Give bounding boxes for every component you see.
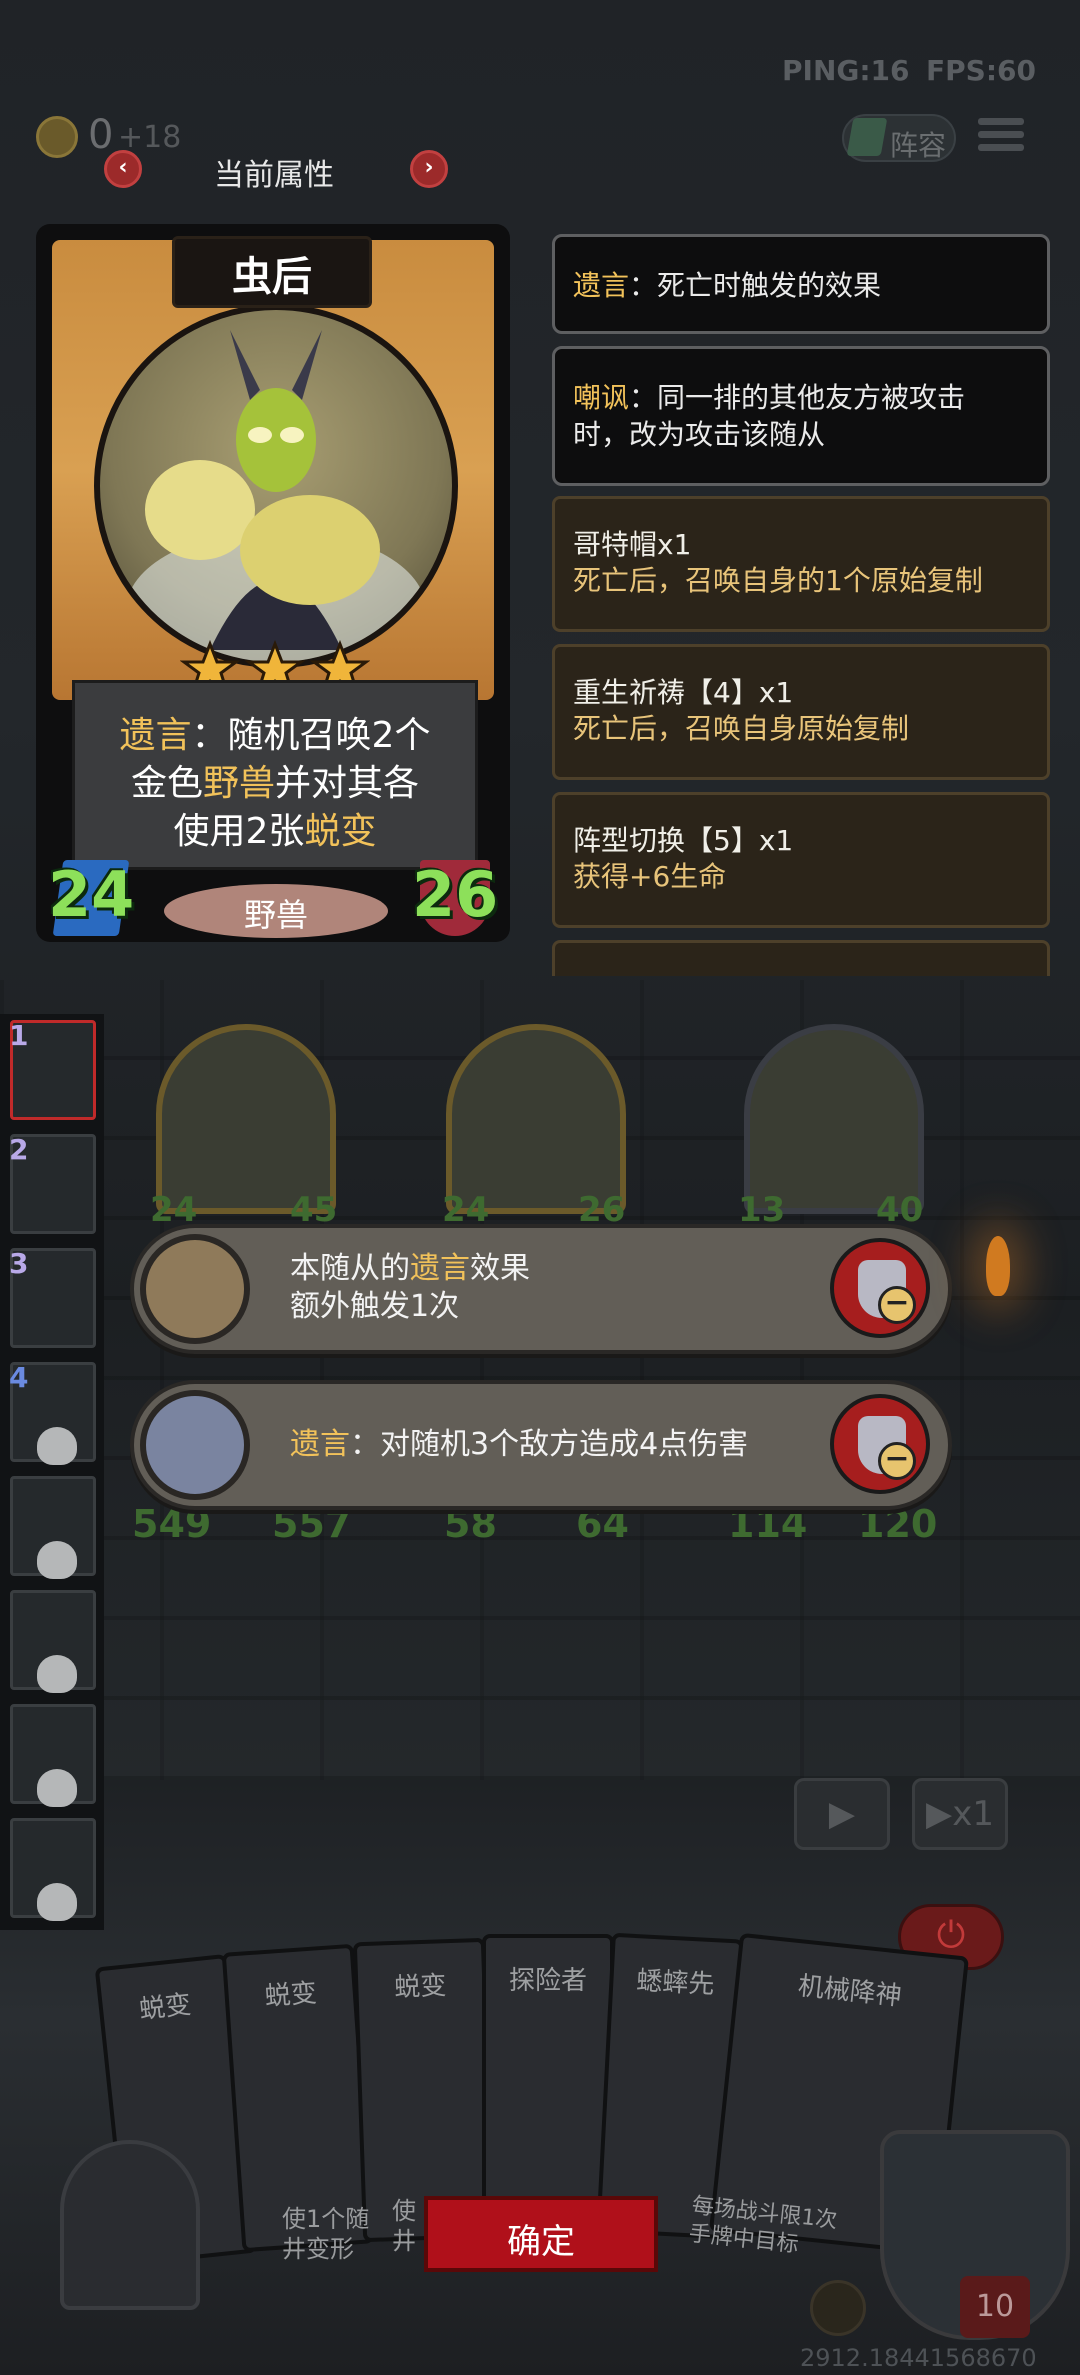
session-id: 2912.18441568670: [800, 2344, 1037, 2372]
hand-card-1-snippet: 使1个随 井变形: [282, 2205, 370, 2263]
fps-readout: FPS:60: [926, 54, 1036, 87]
sidebar-slot-5[interactable]: [10, 1476, 96, 1579]
hand-card-4[interactable]: 探险者: [482, 1934, 614, 2234]
minus-icon: −: [878, 1286, 916, 1324]
upgrade-icon[interactable]: [810, 2280, 866, 2336]
effect-rebirth-prayer: 重生祈祷【4】x1 死亡后，召唤自身原始复制: [552, 644, 1050, 780]
gold-value: 0: [88, 112, 114, 158]
sidebar-slot-3[interactable]: 3: [9, 1247, 96, 1348]
effect-formation-switch: 阵型切换【5】x1 获得+6生命: [552, 792, 1050, 928]
tavern-portrait: [60, 2140, 200, 2310]
skull-icon: [37, 1883, 77, 1921]
sidebar-slot-8[interactable]: [10, 1818, 96, 1921]
sidebar-slot-1[interactable]: 1: [9, 1019, 96, 1120]
lineup-label: 阵容: [890, 129, 947, 162]
buff-row-extra-deathrattle: 本随从的遗言效果 额外触发1次 −: [130, 1224, 952, 1354]
card-desc-line-3: 使用2张蜕变: [173, 811, 377, 852]
sidebar-slot-2[interactable]: 2: [9, 1133, 96, 1234]
next-arrow-button[interactable]: ›: [410, 150, 448, 188]
ping-readout: PING:16: [782, 54, 910, 87]
skull-icon: [37, 1655, 77, 1693]
skull-icon: [37, 1427, 77, 1465]
extra-deathrattle-icon: [140, 1234, 250, 1344]
hand-card-2-snippet: 使井: [392, 2197, 416, 2255]
tribe-label: 野兽: [243, 896, 308, 934]
skull-icon: [37, 1541, 77, 1579]
confirm-label: 确定: [507, 2222, 575, 2262]
card-desc-line-1: 遗言：随机召唤2个: [119, 715, 431, 756]
card-health: 26: [412, 858, 499, 931]
minion-portrait: [94, 304, 458, 668]
minus-icon: −: [878, 1442, 916, 1480]
board-minion-1[interactable]: [156, 1024, 336, 1214]
remove-buff-button[interactable]: −: [830, 1394, 930, 1494]
prev-arrow-button[interactable]: ‹: [104, 150, 142, 188]
card-attack: 24: [48, 858, 135, 931]
sidebar-slot-4[interactable]: 4: [9, 1361, 96, 1465]
keyword-deathrattle: 遗言：死亡时触发的效果: [552, 234, 1050, 334]
lineup-icon: [846, 118, 888, 156]
skull-icon: [37, 1769, 77, 1807]
tribe-badge: 野兽: [164, 884, 388, 938]
sidebar-slot-7[interactable]: [10, 1704, 96, 1807]
sidebar-slot-6[interactable]: [10, 1590, 96, 1693]
card-desc-line-2: 金色野兽并对其各: [130, 763, 420, 804]
board-minion-2[interactable]: [446, 1024, 626, 1214]
panel-title: 当前属性: [214, 158, 334, 193]
coin-icon: [36, 116, 78, 158]
remove-buff-button[interactable]: −: [830, 1238, 930, 1338]
confirm-button[interactable]: 确定: [424, 2196, 658, 2272]
buff-row-deathrattle-damage: 遗言：对随机3个敌方造成4点伤害 −: [130, 1380, 952, 1510]
bomb-icon: [140, 1390, 250, 1500]
card-name: 虫后: [232, 254, 312, 300]
speed-button[interactable]: ▶x1: [912, 1778, 1008, 1850]
keyword-taunt: 嘲讽：同一排的其他友方被攻击 时，改为攻击该随从: [552, 346, 1050, 486]
play-button[interactable]: ▶: [794, 1778, 890, 1850]
menu-icon[interactable]: [978, 118, 1024, 158]
effect-next-partial: [552, 940, 1050, 976]
effect-goth-hat: 哥特帽x1 死亡后，召唤自身的1个原始复制: [552, 496, 1050, 632]
torch-flame: [986, 1236, 1010, 1296]
hero-health: 10: [960, 2276, 1030, 2338]
board-minion-3[interactable]: [744, 1024, 924, 1214]
